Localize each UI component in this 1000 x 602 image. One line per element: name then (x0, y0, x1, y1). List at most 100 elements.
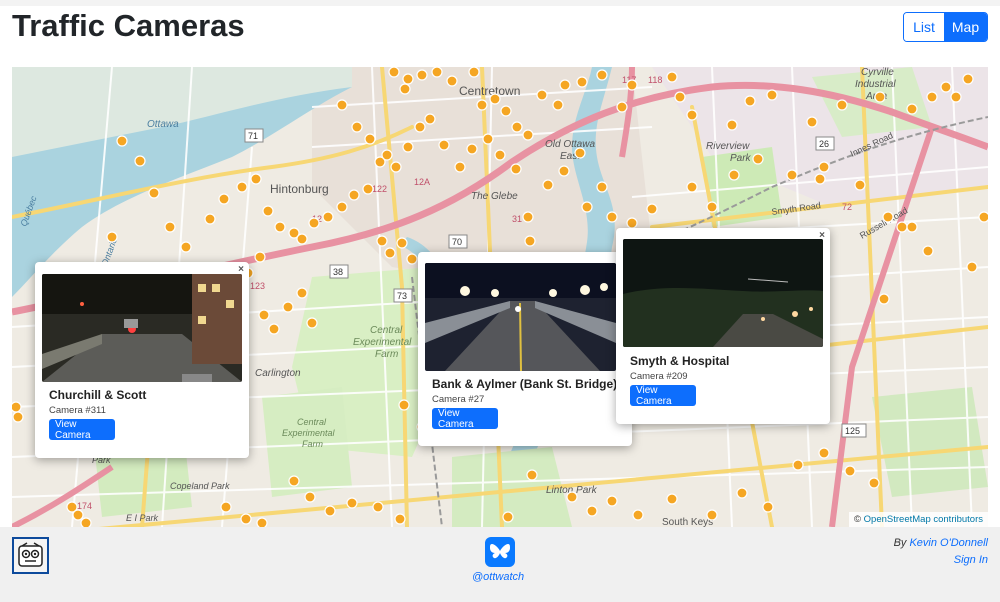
camera-marker[interactable] (744, 95, 756, 107)
camera-marker[interactable] (586, 505, 598, 517)
camera-marker[interactable] (950, 91, 962, 103)
camera-marker[interactable] (606, 495, 618, 507)
camera-marker[interactable] (258, 309, 270, 321)
camera-marker[interactable] (296, 233, 308, 245)
camera-marker[interactable] (402, 141, 414, 153)
camera-marker[interactable] (576, 76, 588, 88)
camera-marker[interactable] (388, 67, 400, 78)
camera-marker[interactable] (236, 181, 248, 193)
camera-marker[interactable] (844, 465, 856, 477)
camera-marker[interactable] (351, 121, 363, 133)
camera-marker[interactable] (204, 213, 216, 225)
camera-marker[interactable] (381, 149, 393, 161)
camera-marker[interactable] (510, 163, 522, 175)
camera-marker[interactable] (606, 211, 618, 223)
camera-marker[interactable] (806, 116, 818, 128)
butterfly-icon[interactable] (485, 537, 515, 567)
camera-marker[interactable] (134, 155, 146, 167)
camera-marker[interactable] (940, 81, 952, 93)
camera-marker[interactable] (728, 169, 740, 181)
camera-marker[interactable] (148, 187, 160, 199)
camera-marker[interactable] (304, 491, 316, 503)
camera-marker[interactable] (288, 475, 300, 487)
camera-marker[interactable] (558, 165, 570, 177)
camera-marker[interactable] (72, 509, 84, 521)
list-view-button[interactable]: List (904, 13, 944, 41)
camera-marker[interactable] (632, 509, 644, 521)
camera-marker[interactable] (596, 181, 608, 193)
camera-marker[interactable] (502, 511, 514, 523)
camera-marker[interactable] (398, 399, 410, 411)
camera-marker[interactable] (414, 121, 426, 133)
camera-marker[interactable] (336, 201, 348, 213)
camera-marker[interactable] (336, 99, 348, 111)
camera-marker[interactable] (836, 99, 848, 111)
camera-marker[interactable] (511, 121, 523, 133)
camera-marker[interactable] (786, 169, 798, 181)
camera-marker[interactable] (542, 179, 554, 191)
camera-marker[interactable] (431, 67, 443, 78)
camera-marker[interactable] (438, 139, 450, 151)
camera-marker[interactable] (268, 323, 280, 335)
camera-marker[interactable] (574, 147, 586, 159)
camera-marker[interactable] (308, 217, 320, 229)
camera-marker[interactable] (626, 217, 638, 229)
camera-marker[interactable] (396, 237, 408, 249)
camera-marker[interactable] (552, 99, 564, 111)
camera-marker[interactable] (522, 211, 534, 223)
camera-marker[interactable] (180, 241, 192, 253)
camera-marker[interactable] (818, 161, 830, 173)
camera-marker[interactable] (559, 79, 571, 91)
camera-marker[interactable] (446, 75, 458, 87)
camera-marker[interactable] (106, 231, 118, 243)
view-camera-button[interactable]: View Camera (630, 385, 696, 407)
camera-marker[interactable] (706, 509, 718, 521)
camera-marker[interactable] (364, 133, 376, 145)
author-link[interactable]: Kevin O'Donnell (909, 537, 988, 549)
camera-marker[interactable] (666, 493, 678, 505)
camera-marker[interactable] (666, 71, 678, 83)
camera-marker[interactable] (494, 149, 506, 161)
camera-marker[interactable] (402, 73, 414, 85)
camera-thumbnail[interactable] (42, 274, 242, 382)
camera-marker[interactable] (116, 135, 128, 147)
camera-marker[interactable] (306, 317, 318, 329)
camera-marker[interactable] (254, 251, 266, 263)
sign-in-link[interactable]: Sign In (954, 554, 988, 566)
camera-thumbnail[interactable] (623, 239, 823, 347)
camera-marker[interactable] (706, 201, 718, 213)
camera-marker[interactable] (926, 91, 938, 103)
camera-marker[interactable] (218, 193, 230, 205)
camera-marker[interactable] (526, 469, 538, 481)
camera-marker[interactable] (250, 173, 262, 185)
camera-marker[interactable] (482, 133, 494, 145)
camera-marker[interactable] (394, 513, 406, 525)
camera-marker[interactable] (348, 189, 360, 201)
camera-marker[interactable] (906, 221, 918, 233)
camera-marker[interactable] (274, 221, 286, 233)
camera-marker[interactable] (322, 211, 334, 223)
camera-marker[interactable] (164, 221, 176, 233)
camera-marker[interactable] (814, 173, 826, 185)
camera-marker[interactable] (399, 83, 411, 95)
camera-marker[interactable] (240, 513, 252, 525)
camera-marker[interactable] (978, 211, 988, 223)
camera-marker[interactable] (566, 491, 578, 503)
camera-marker[interactable] (390, 161, 402, 173)
camera-marker[interactable] (324, 505, 336, 517)
camera-marker[interactable] (882, 211, 894, 223)
camera-marker[interactable] (466, 143, 478, 155)
camera-marker[interactable] (376, 235, 388, 247)
camera-marker[interactable] (966, 261, 978, 273)
camera-marker[interactable] (922, 245, 934, 257)
camera-marker[interactable] (346, 497, 358, 509)
camera-marker[interactable] (646, 203, 658, 215)
camera-marker[interactable] (868, 477, 880, 489)
camera-marker[interactable] (372, 501, 384, 513)
camera-marker[interactable] (416, 69, 428, 81)
camera-marker[interactable] (262, 205, 274, 217)
camera-marker[interactable] (12, 411, 24, 423)
camera-marker[interactable] (536, 89, 548, 101)
camera-thumbnail[interactable] (425, 263, 616, 371)
camera-marker[interactable] (762, 501, 774, 513)
